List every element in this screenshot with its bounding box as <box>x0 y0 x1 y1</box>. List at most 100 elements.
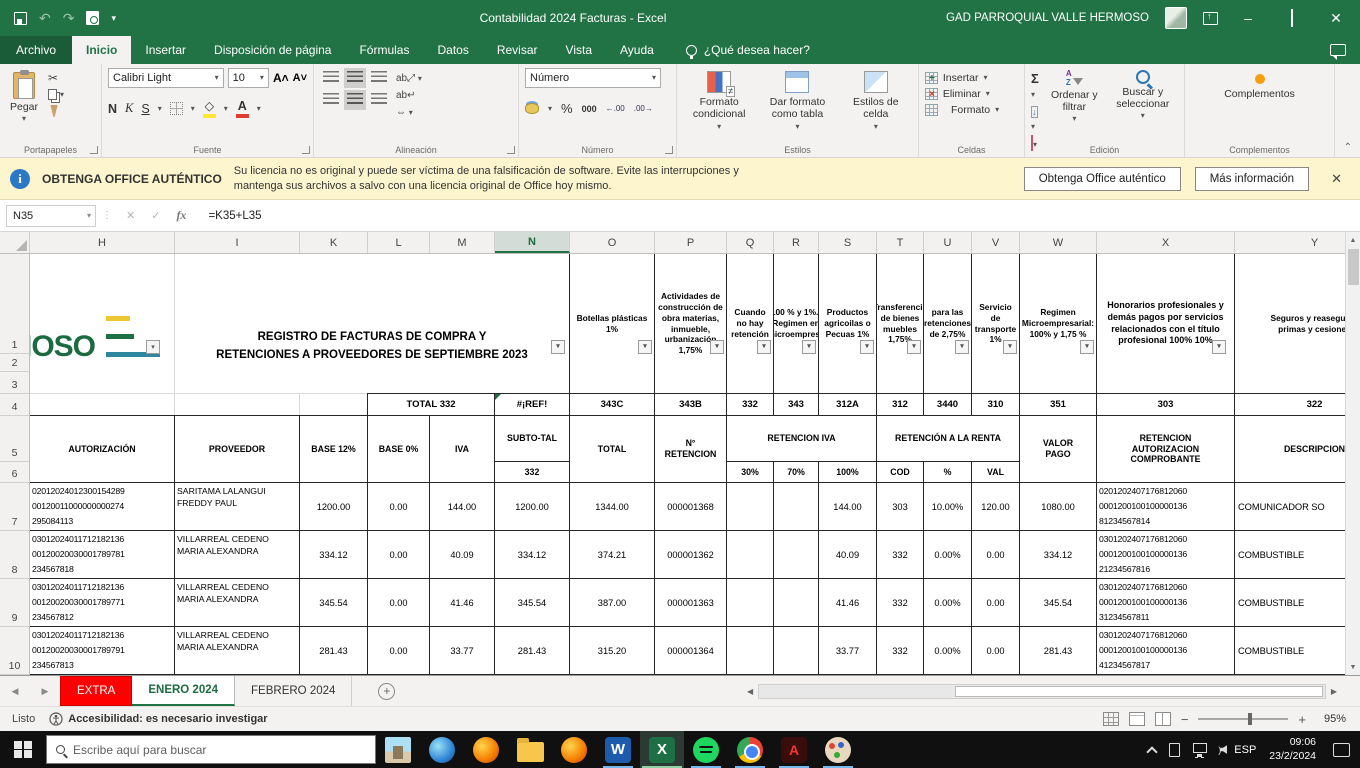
header-base0[interactable]: BASE 0% <box>367 415 430 483</box>
delete-cells-button[interactable]: ×Eliminar▾ <box>925 88 999 100</box>
header-valor-pago[interactable]: VALOR PAGO <box>1019 415 1097 483</box>
borders-icon[interactable] <box>170 102 183 115</box>
taskbar-firefox-icon[interactable] <box>464 731 508 768</box>
band-header-S[interactable]: Productos agricoilas o Pecuas 1%▾ <box>818 254 877 394</box>
row-header-10[interactable]: 10 <box>0 627 30 675</box>
data-cell-H8[interactable]: 03012024011712182136 0012002003000178978… <box>30 530 175 579</box>
start-button[interactable] <box>0 731 46 768</box>
format-painter-button[interactable] <box>48 105 64 117</box>
data-cell-T7[interactable]: 303 <box>876 482 924 531</box>
report-title-cell[interactable]: REGISTRO DE FACTURAS DE COMPRA Y RETENCI… <box>174 254 570 394</box>
data-cell-L10[interactable]: 0.00 <box>367 626 430 675</box>
account-name[interactable]: GAD PARROQUIAL VALLE HERMOSO <box>946 12 1149 24</box>
data-cell-O10[interactable]: 315.20 <box>569 626 655 675</box>
band-header-X[interactable]: Honorarios profesionales y demás pagos p… <box>1096 254 1235 394</box>
format-as-table-button[interactable]: Dar formato como tabla▾ <box>761 68 833 141</box>
scroll-left-icon[interactable]: ◀ <box>742 687 758 696</box>
band-header-W[interactable]: Regimen Microempresarial: 100% y 1,75 %▾ <box>1019 254 1097 394</box>
ribbon-tab-insertar[interactable]: Insertar <box>131 36 200 64</box>
data-cell-U7[interactable]: 10.00% <box>923 482 972 531</box>
scroll-right-icon[interactable]: ▶ <box>1326 687 1342 696</box>
paste-button[interactable]: Pegar ▾ <box>6 68 42 141</box>
data-cell-M10[interactable]: 33.77 <box>429 626 495 675</box>
filter-dropdown-icon[interactable]: ▾ <box>955 340 969 354</box>
hidden-icons-chevron-icon[interactable] <box>1147 746 1158 757</box>
header-total[interactable]: TOTAL <box>569 415 655 483</box>
data-cell-N7[interactable]: 1200.00 <box>494 482 570 531</box>
horizontal-scrollbar[interactable]: ◀ ▶ <box>742 682 1342 700</box>
font-size-select[interactable]: 10▾ <box>228 68 269 88</box>
column-header-T[interactable]: T <box>877 232 924 253</box>
cancel-icon[interactable]: ✕ <box>126 209 135 222</box>
filter-dropdown-icon[interactable]: ▾ <box>638 340 652 354</box>
fill-button[interactable]: ↓ ▾ <box>1031 104 1041 132</box>
action-center-icon[interactable] <box>1333 743 1350 757</box>
copy-button[interactable]: ▾ <box>48 89 64 100</box>
code-cell-R[interactable]: 343 <box>773 393 819 416</box>
band-header-Y[interactable]: Seguros y reaseguros primas y cesiones▾ <box>1234 254 1345 394</box>
cell-K4[interactable] <box>299 393 368 416</box>
data-cell-V10[interactable]: 0.00 <box>971 626 1020 675</box>
band-header-U[interactable]: para las retenciones de 2,75%▾ <box>923 254 972 394</box>
data-cell-K8[interactable]: 334.12 <box>299 530 368 579</box>
column-header-K[interactable]: K <box>300 232 368 253</box>
data-cell-R10[interactable] <box>773 626 819 675</box>
header-retencion-renta[interactable]: RETENCIÓN A LA RENTA <box>876 415 1020 462</box>
filter-dropdown-icon[interactable]: ▾ <box>710 340 724 354</box>
ribbon-tab-disposici-n-de-p-gina[interactable]: Disposición de página <box>200 36 345 64</box>
data-cell-S9[interactable]: 41.46 <box>818 578 877 627</box>
row-header-3[interactable]: 3 <box>0 372 30 394</box>
header-retencion-autorizacion[interactable]: RETENCION AUTORIZACION COMPROBANTE <box>1096 415 1235 483</box>
header-iva-30[interactable]: 30% <box>726 461 774 483</box>
column-header-P[interactable]: P <box>655 232 727 253</box>
page-layout-view-icon[interactable] <box>1129 712 1145 726</box>
accounting-format-icon[interactable] <box>525 103 539 114</box>
header-cod[interactable]: COD <box>876 461 924 483</box>
data-cell-U10[interactable]: 0.00% <box>923 626 972 675</box>
data-cell-U9[interactable]: 0.00% <box>923 578 972 627</box>
taskbar-acrobat-icon[interactable]: A <box>772 731 816 768</box>
cell-H4[interactable] <box>30 393 175 416</box>
row-header-2[interactable]: 2 <box>0 354 30 372</box>
filter-dropdown-icon[interactable]: ▾ <box>1212 340 1226 354</box>
data-cell-S10[interactable]: 33.77 <box>818 626 877 675</box>
tablet-icon[interactable] <box>1169 743 1180 757</box>
filter-dropdown-icon[interactable]: ▾ <box>907 340 921 354</box>
filter-dropdown-icon[interactable]: ▾ <box>1080 340 1094 354</box>
data-cell-P9[interactable]: 000001363 <box>654 578 727 627</box>
font-color-button[interactable]: A <box>236 100 249 118</box>
header-pct[interactable]: % <box>923 461 972 483</box>
new-sheet-button[interactable]: + <box>378 683 395 700</box>
align-left-icon[interactable] <box>323 93 339 107</box>
language-indicator[interactable]: ESP <box>1234 744 1256 756</box>
data-cell-K7[interactable]: 1200.00 <box>299 482 368 531</box>
data-cell-Q7[interactable] <box>726 482 774 531</box>
filter-dropdown-icon[interactable]: ▾ <box>1003 340 1017 354</box>
data-cell-W10[interactable]: 281.43 <box>1019 626 1097 675</box>
taskbar-spotify-icon[interactable] <box>684 731 728 768</box>
header-autorizacion[interactable]: AUTORIZACIÓN <box>30 415 175 483</box>
data-cell-Y8[interactable]: COMBUSTIBLE <box>1234 530 1345 579</box>
header-iva[interactable]: IVA <box>429 415 495 483</box>
header-num-retencion[interactable]: N° RETENCION <box>654 415 727 483</box>
shrink-font-icon[interactable]: A˅ <box>293 72 307 84</box>
vertical-scroll-thumb[interactable] <box>1348 249 1359 285</box>
align-top-icon[interactable] <box>323 71 339 85</box>
formula-input[interactable]: =K35+L35 <box>208 210 261 222</box>
taskbar-photo-icon[interactable] <box>376 731 420 768</box>
data-cell-Q8[interactable] <box>726 530 774 579</box>
data-cell-P8[interactable]: 000001362 <box>654 530 727 579</box>
column-header-O[interactable]: O <box>570 232 655 253</box>
data-cell-I7[interactable]: SARITAMA LALANGUI FREDDY PAUL <box>174 482 300 531</box>
row-header-5[interactable]: 5 <box>0 416 30 462</box>
band-header-R[interactable]: 100 % y 1%.- Regimen en microempresa▾ <box>773 254 819 394</box>
sheet-tab-extra[interactable]: EXTRA <box>60 676 132 706</box>
header-retencion-iva[interactable]: RETENCION IVA <box>726 415 877 462</box>
data-cell-O9[interactable]: 387.00 <box>569 578 655 627</box>
header-descripcion[interactable]: DESCRIPCION <box>1234 415 1345 483</box>
filter-dropdown-icon[interactable]: ▾ <box>146 340 160 354</box>
data-cell-W7[interactable]: 1080.00 <box>1019 482 1097 531</box>
column-header-Y[interactable]: Y <box>1235 232 1345 253</box>
underline-button[interactable]: S <box>141 102 149 116</box>
data-cell-S8[interactable]: 40.09 <box>818 530 877 579</box>
